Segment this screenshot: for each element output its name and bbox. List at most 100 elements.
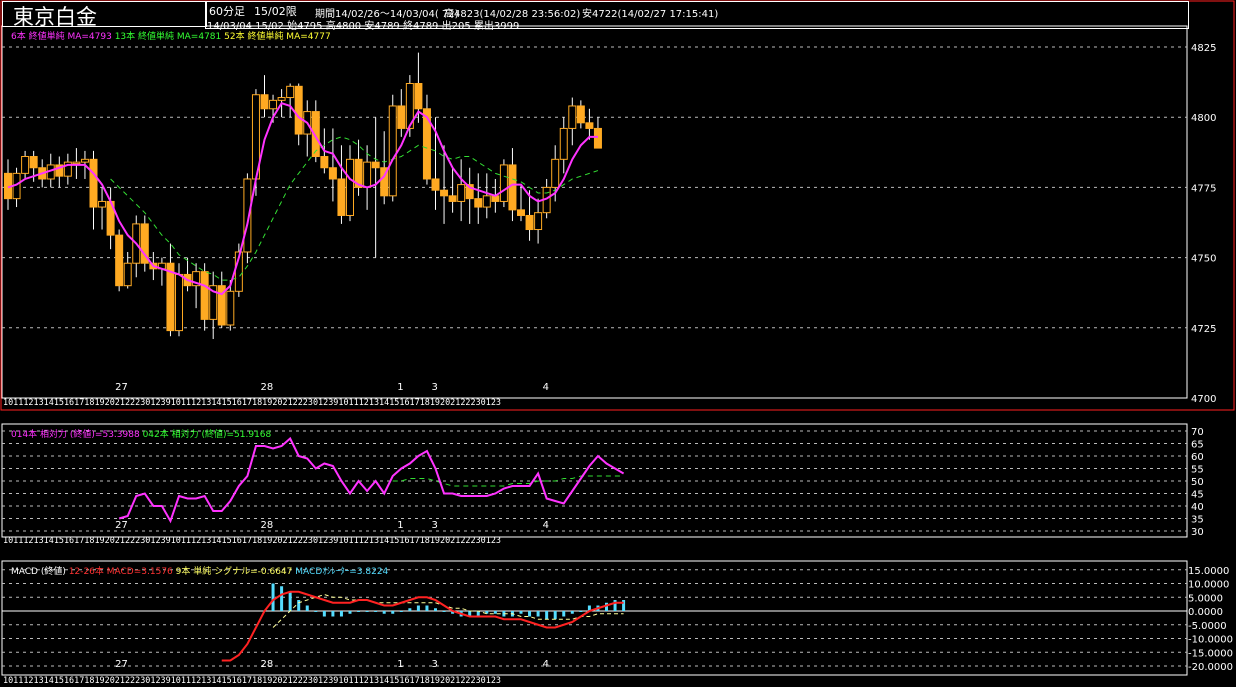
macd-tick-label: -20.0000 xyxy=(1188,662,1233,673)
oscillator-bar xyxy=(425,605,429,611)
candle-body xyxy=(200,271,209,320)
day-label: 3 xyxy=(432,382,438,393)
candle-body xyxy=(320,156,329,169)
day-label: 1 xyxy=(397,382,403,393)
oscillator-bar xyxy=(297,600,301,611)
rsi14-legend: 014本 相対力 (終値)=53.3988 xyxy=(11,430,140,440)
candle-body xyxy=(175,273,183,332)
oscillator-bar xyxy=(288,591,292,611)
candle-body xyxy=(397,105,406,129)
macd-tick-label: 15.0000 xyxy=(1188,566,1229,577)
price-legend: 6本 終値単純 MA=4793 13本 終値単純 MA=4781 52本 終値単… xyxy=(11,29,331,42)
candle-body xyxy=(525,214,534,231)
oscillator-bar xyxy=(528,611,532,617)
rsi-tick-label: 30 xyxy=(1191,527,1204,538)
candle-body xyxy=(226,290,235,326)
macd-tick-label: -15.0000 xyxy=(1188,648,1233,659)
oscillator-bar xyxy=(434,608,437,611)
oscillator-bar xyxy=(579,611,583,612)
price-tick-label: 4700 xyxy=(1191,394,1216,405)
rsi42-legend: 042本 相対力 (終値)=51.9168 xyxy=(142,430,272,440)
candle-body xyxy=(294,85,303,135)
day-label: 4 xyxy=(543,382,549,393)
low-info: 安4722(14/02/27 17:15:41) xyxy=(582,9,719,20)
candle-body xyxy=(337,178,346,216)
rsi-legend: 014本 相対力 (終値)=53.3988 042本 相対力 (終値)=51.9… xyxy=(11,427,271,440)
day-label: 28 xyxy=(261,520,274,531)
day-label: 3 xyxy=(432,659,438,670)
oscillator-bar xyxy=(562,611,566,617)
candle-body xyxy=(123,262,132,287)
candle-body xyxy=(448,195,457,202)
day-label: 27 xyxy=(115,659,128,670)
oscillator-bar xyxy=(408,608,412,611)
candle-body xyxy=(559,127,568,160)
oscillator-bar xyxy=(357,611,361,612)
candle-body xyxy=(371,161,380,169)
macd-title-legend: MACD (終値) xyxy=(11,567,66,577)
candle-body xyxy=(457,184,466,202)
oscillator-bar xyxy=(382,611,386,614)
candle-body xyxy=(363,161,372,188)
price-tick-label: 4725 xyxy=(1191,324,1216,335)
hour-labels: 1011121314151617181920212223012391011121… xyxy=(3,398,501,408)
candle-body xyxy=(89,158,98,208)
day-label: 1 xyxy=(397,520,403,531)
candle-body xyxy=(80,158,89,163)
oscillator-bar xyxy=(399,611,403,612)
price-pane-frame xyxy=(0,0,1235,411)
oscillator-legend: MACDｵｼﾚｰﾀｰ=3.8224 xyxy=(295,567,389,577)
hour-labels: 1011121314151617181920212223012391011121… xyxy=(3,536,501,546)
candle-body xyxy=(98,200,107,208)
candle-body xyxy=(388,105,397,197)
oscillator-bar xyxy=(305,605,309,611)
candle-body xyxy=(72,161,81,165)
oscillator-bar xyxy=(331,611,335,617)
candle-body xyxy=(585,122,594,129)
day-label: 4 xyxy=(543,659,549,670)
oscillator-bar xyxy=(442,611,446,612)
candle-body xyxy=(551,158,560,188)
oscillator-bar xyxy=(416,605,420,611)
oscillator-bar xyxy=(493,611,497,614)
instrument-title-box: 東京白金 xyxy=(2,1,207,29)
candle-body xyxy=(21,156,30,174)
rsi-tick-label: 40 xyxy=(1191,502,1204,513)
candle-body xyxy=(517,209,525,216)
oscillator-bar xyxy=(374,611,378,612)
candle-body xyxy=(576,105,585,124)
oscillator-bar xyxy=(536,611,540,617)
candle-body xyxy=(593,127,602,149)
price-tick-label: 4800 xyxy=(1191,113,1216,124)
macd-tick-label: 5.0000 xyxy=(1188,593,1223,604)
candle-body xyxy=(115,234,124,287)
oscillator-bar xyxy=(622,600,626,611)
rsi-tick-label: 50 xyxy=(1191,477,1204,488)
price-tick-label: 4750 xyxy=(1191,254,1216,265)
oscillator-bar xyxy=(519,611,523,614)
macd-legend: MACD (終値) 12-26本 MACD=3.1576 9本 単純 シグナル=… xyxy=(11,564,388,577)
oscillator-bar xyxy=(391,611,395,614)
ma13-legend: 13本 終値単純 MA=4781 xyxy=(114,32,222,42)
candle-body xyxy=(346,158,354,216)
day-label: 27 xyxy=(115,520,128,531)
oscillator-bar xyxy=(348,611,352,614)
oscillator-bar xyxy=(314,611,318,612)
candle-body xyxy=(328,167,337,180)
day-label: 28 xyxy=(261,382,274,393)
candle-body xyxy=(431,178,440,191)
macd-tick-label: -10.0000 xyxy=(1188,635,1233,646)
rsi-tick-label: 60 xyxy=(1191,452,1204,463)
macd-plot-frame xyxy=(1,560,1188,676)
rsi14-line xyxy=(118,436,625,524)
candle-body xyxy=(508,164,517,211)
oscillator-bar xyxy=(339,611,343,617)
macd-tick-label: 10.0000 xyxy=(1188,580,1229,591)
day-label: 3 xyxy=(432,520,438,531)
info-box: 60分足 15/02限 期間14/02/26〜14/03/04( 72) 高48… xyxy=(205,1,1189,32)
rsi-tick-label: 65 xyxy=(1191,440,1204,451)
candle-body xyxy=(440,189,449,197)
candle-body xyxy=(286,85,295,99)
trading-chart: 4825480047754750472547007065605550454035… xyxy=(0,0,1235,686)
macd-line-legend: 12-26本 MACD=3.1576 xyxy=(68,567,173,577)
